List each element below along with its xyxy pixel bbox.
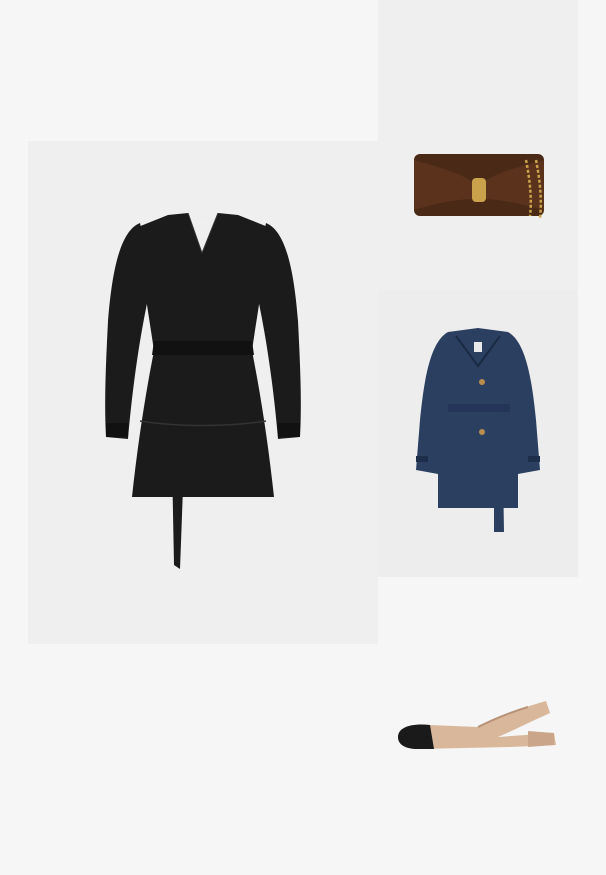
dress-image: [105, 212, 301, 569]
shoe-image: [398, 701, 556, 749]
product-tile-dress[interactable]: [28, 141, 378, 644]
coat-image: [416, 328, 540, 532]
product-tile-clutch[interactable]: [378, 0, 578, 290]
clutch-image: [414, 154, 544, 219]
product-tile-shoe[interactable]: [378, 577, 578, 875]
product-tile-coat[interactable]: [378, 290, 578, 577]
